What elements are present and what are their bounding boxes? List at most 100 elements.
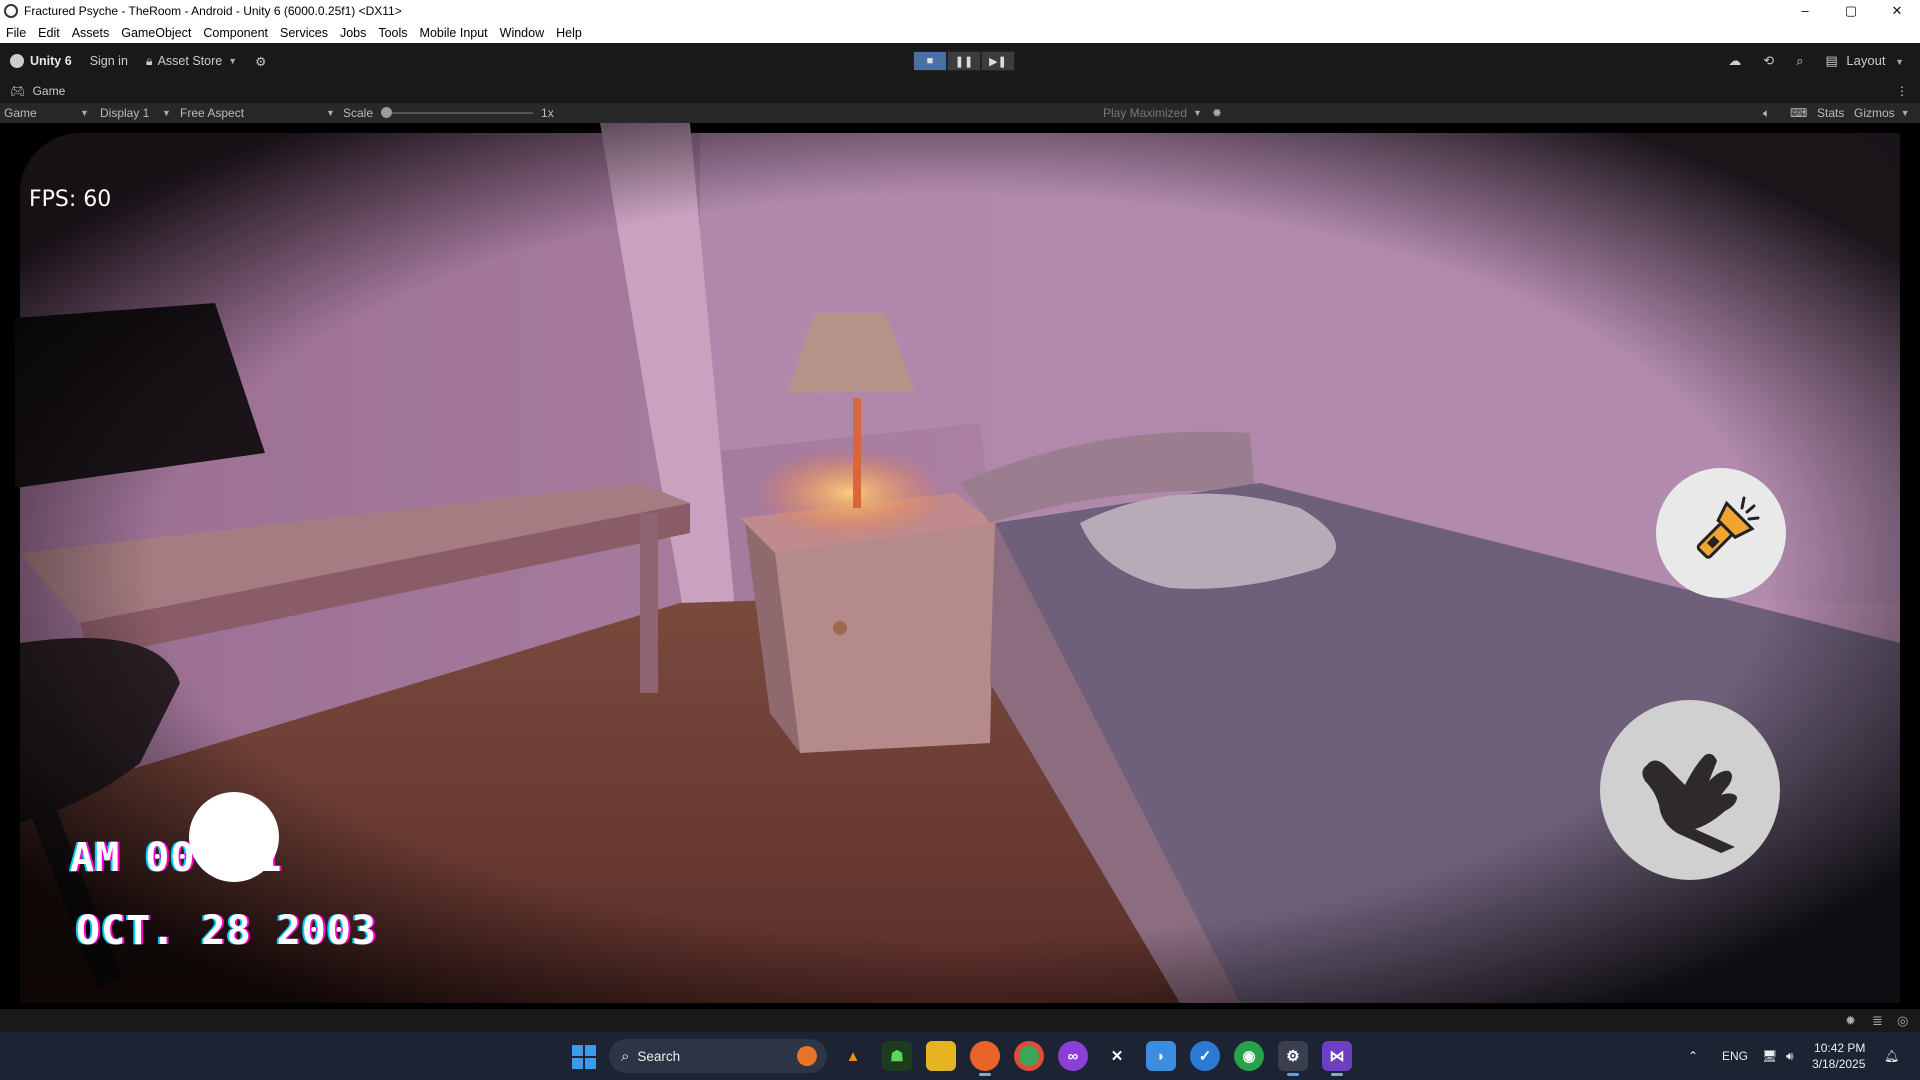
aspect-dropdown[interactable]: Free Aspect ▼	[180, 103, 335, 123]
editor-status-bar: ✹ ≣ ◎	[0, 1009, 1920, 1032]
unity-hub-icon[interactable]: ⚙	[1278, 1041, 1308, 1076]
chrome-icon[interactable]	[1014, 1041, 1044, 1071]
copilot-icon[interactable]: ◗	[1146, 1041, 1176, 1071]
display-dropdown[interactable]: Display 1 ▼	[100, 103, 171, 123]
firefox-icon[interactable]	[970, 1041, 1000, 1076]
maximize-button[interactable]: ▢	[1828, 0, 1874, 22]
terminal-app-icon[interactable]: ☗	[882, 1041, 912, 1071]
scale-label: Scale	[343, 106, 374, 120]
chevron-down-icon: ▼	[228, 56, 238, 66]
aspect-label: Free Aspect	[180, 106, 245, 120]
close-button[interactable]: ✕	[1874, 0, 1920, 22]
grabbing-hand-icon	[1642, 753, 1737, 853]
grab-button[interactable]	[1600, 700, 1780, 880]
layers-icon[interactable]: ≣	[1872, 1013, 1883, 1029]
game-view[interactable]: FPS: 60 AM 001 OCT. 28 2003	[0, 123, 1920, 1009]
menu-services[interactable]: Services	[280, 26, 328, 40]
debug-icon[interactable]: ✹	[1845, 1013, 1856, 1029]
windows-start-button[interactable]	[572, 1045, 596, 1069]
menu-component[interactable]: Component	[203, 26, 268, 40]
chevron-down-icon: ▼	[326, 108, 335, 118]
start-logo-tile	[585, 1045, 596, 1056]
search-icon[interactable]: ⌕	[1796, 53, 1803, 69]
chevron-down-icon: ▼	[1900, 108, 1910, 118]
cloud-settings-icon[interactable]: ⚙	[255, 54, 266, 69]
start-logo-tile	[572, 1045, 583, 1056]
pause-button[interactable]: ❚❚	[947, 51, 981, 71]
clock-date: 3/18/2025	[1812, 1057, 1866, 1071]
volume-icon[interactable]: 🔊︎	[1786, 1032, 1794, 1080]
unity-app-icon	[4, 4, 18, 18]
bug-icon[interactable]: ✹	[1212, 106, 1222, 120]
scale-slider[interactable]	[381, 107, 534, 118]
visual-studio-icon[interactable]: ⋈	[1322, 1041, 1352, 1076]
menu-window[interactable]: Window	[500, 26, 544, 40]
play-controls: ■ ❚❚ ▶❚	[913, 51, 1015, 71]
search-placeholder: Search	[637, 1048, 681, 1064]
language-indicator[interactable]: ENG	[1722, 1032, 1748, 1080]
tray-overflow-icon[interactable]: ⌃	[1688, 1032, 1698, 1080]
vpn-app-icon[interactable]: ✓	[1190, 1041, 1220, 1071]
keyboard-icon[interactable]: ⌨	[1790, 103, 1807, 123]
scale-control: Scale 1x	[343, 103, 554, 123]
asset-store-button[interactable]: 🔒︎ Asset Store ▼	[146, 54, 237, 69]
network-icon[interactable]: 🖥︎	[1762, 1032, 1777, 1080]
play-mode-dropdown[interactable]: Play Maximized ▼ ✹	[1103, 103, 1222, 123]
asset-store-label: Asset Store	[157, 54, 223, 68]
xbox-icon[interactable]: ✕	[1102, 1041, 1132, 1071]
tab-game[interactable]: 🎮︎ Game	[10, 84, 65, 98]
layout-icon: ▤	[1825, 53, 1838, 68]
chevron-down-icon: ▼	[1895, 57, 1904, 67]
movement-joystick[interactable]	[189, 792, 279, 882]
bag-icon: 🔒︎	[145, 53, 153, 68]
menu-file[interactable]: File	[6, 26, 26, 40]
notification-bell-icon[interactable]: 🔔︎	[1884, 1032, 1899, 1080]
game-tab-bar: 🎮︎ Game ⋮	[0, 79, 1920, 103]
unity-logo-icon	[10, 54, 24, 68]
minimize-button[interactable]: –	[1782, 0, 1828, 22]
vlc-icon[interactable]: ▲	[838, 1041, 868, 1071]
basketball-icon	[797, 1046, 817, 1066]
account-button[interactable]: Unity 6	[10, 54, 72, 68]
progress-icon[interactable]: ◎	[1897, 1013, 1908, 1029]
sign-in-button[interactable]: Sign in	[90, 54, 128, 68]
scale-value: 1x	[541, 106, 554, 120]
cloud-icon[interactable]: ☁	[1728, 53, 1741, 69]
sync-app-icon[interactable]: ◉	[1234, 1041, 1264, 1071]
menu-edit[interactable]: Edit	[38, 26, 60, 40]
layout-label: Layout	[1846, 53, 1886, 68]
menu-assets[interactable]: Assets	[72, 26, 110, 40]
more-options-icon[interactable]: ⋮	[1896, 84, 1908, 98]
menu-tools[interactable]: Tools	[378, 26, 407, 40]
stats-button[interactable]: Stats	[1817, 103, 1844, 123]
vhs-date-overlay: OCT. 28 2003	[76, 908, 377, 954]
bedroom-scene	[0, 123, 1920, 1009]
menu-gameobject[interactable]: GameObject	[121, 26, 191, 40]
active-indicator	[1287, 1073, 1299, 1076]
view-mode-dropdown[interactable]: Game ▼	[4, 103, 89, 123]
menu-bar: File Edit Assets GameObject Component Se…	[0, 22, 1920, 43]
main-toolbar: Unity 6 Sign in 🔒︎ Asset Store ▼ ⚙ ■ ❚❚ …	[0, 43, 1920, 79]
game-app-icon[interactable]: ∞	[1058, 1041, 1088, 1071]
chevron-down-icon: ▼	[1193, 108, 1202, 118]
menu-jobs[interactable]: Jobs	[340, 26, 366, 40]
gamepad-icon: 🎮︎	[10, 84, 26, 98]
play-mode-label: Play Maximized	[1103, 106, 1188, 120]
stop-button[interactable]: ■	[913, 51, 947, 71]
flashlight-button[interactable]	[1656, 468, 1786, 598]
history-icon[interactable]: ⟲	[1763, 53, 1774, 69]
flashlight-icon	[1696, 496, 1760, 559]
audio-mute-icon[interactable]: 🔈︎	[1763, 103, 1770, 123]
menu-help[interactable]: Help	[556, 26, 582, 40]
menu-mobile-input[interactable]: Mobile Input	[420, 26, 488, 40]
taskbar-search[interactable]: ⌕ Search	[609, 1039, 827, 1073]
layout-dropdown[interactable]: ▤ Layout ▼	[1825, 53, 1904, 69]
taskbar-clock[interactable]: 10:42 PM 3/18/2025	[1812, 1040, 1865, 1072]
search-icon: ⌕	[621, 1047, 630, 1065]
file-explorer-icon[interactable]	[926, 1041, 956, 1071]
step-button[interactable]: ▶❚	[981, 51, 1015, 71]
start-logo-tile	[585, 1058, 596, 1069]
chevron-down-icon: ▼	[162, 108, 171, 118]
scale-slider-knob[interactable]	[381, 107, 393, 118]
gizmos-dropdown[interactable]: Gizmos ▼	[1854, 103, 1910, 123]
